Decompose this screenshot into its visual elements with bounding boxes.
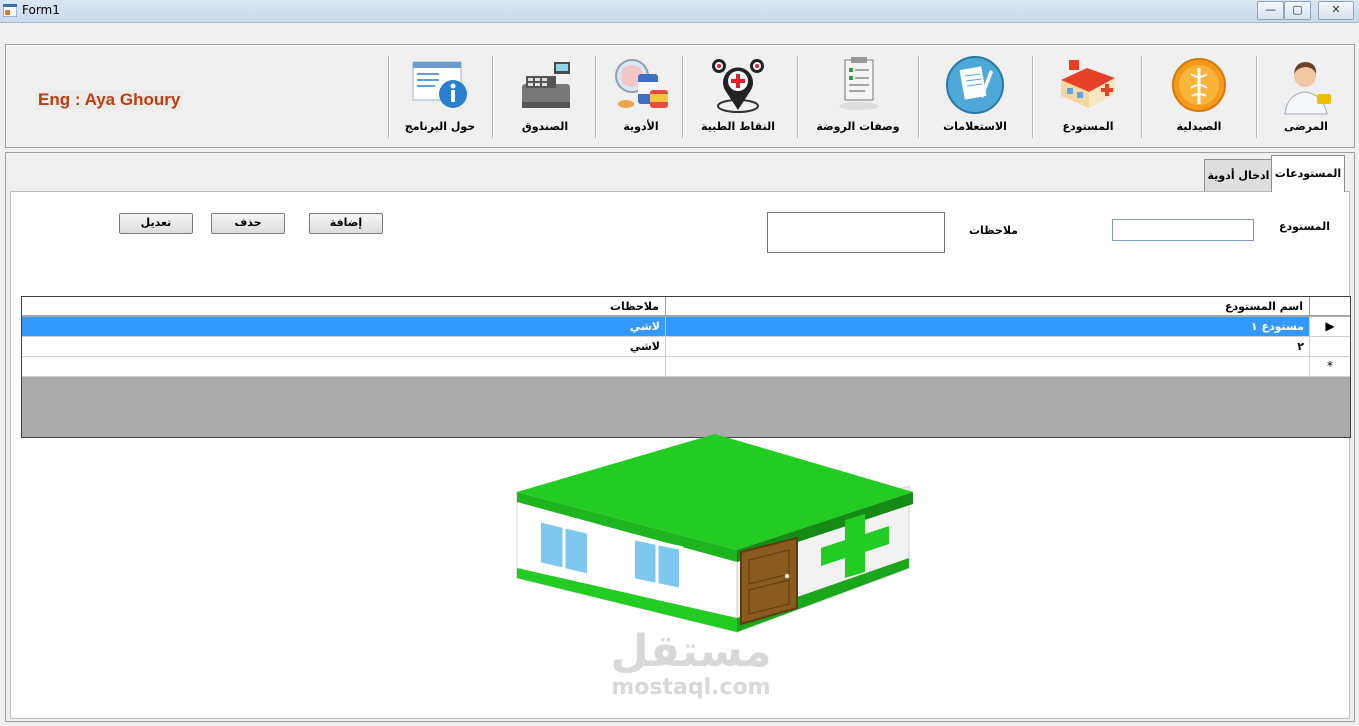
tab-warehouses[interactable]: المستودعات	[1271, 155, 1345, 192]
toolbar-separator	[492, 56, 494, 138]
row-header-corner	[1310, 297, 1350, 316]
prescription-icon	[839, 57, 879, 110]
warehouse-input[interactable]	[1112, 219, 1254, 241]
toolbar-label: المرضى	[1284, 120, 1328, 133]
add-button[interactable]: إضافة	[309, 213, 383, 234]
doctor-icon	[1283, 62, 1331, 116]
edit-button[interactable]: تعديل	[119, 213, 193, 234]
toolbar-label: المستودع	[1062, 120, 1114, 133]
toolbar-separator	[388, 56, 390, 138]
table-cell-warehouse-name[interactable]: مستودع ١	[666, 317, 1310, 337]
toolbar-separator	[1141, 56, 1143, 138]
app-icon	[3, 4, 17, 17]
toolbar-button-prescriptions[interactable]: وصفات الروضة	[810, 52, 906, 138]
map-pin-icon	[712, 59, 764, 113]
table-cell-new[interactable]	[22, 357, 666, 377]
toolbar-button-about[interactable]: حول البرنامج	[398, 52, 482, 138]
toolbar-label: النقاط الطبية	[701, 120, 775, 133]
toolbar-label: الأدوية	[623, 120, 659, 133]
toolbar-button-patients[interactable]: المرضى	[1266, 52, 1346, 138]
table-cell-warehouse-name[interactable]: ٢	[666, 337, 1310, 357]
warehouse-icon	[1061, 60, 1115, 108]
toolbar-separator	[797, 56, 799, 138]
toolbar-label: حول البرنامج	[404, 120, 476, 133]
warehouses-grid[interactable]: ملاحظات اسم المستودع لاشي مستودع ١ ▶ لاش…	[21, 296, 1351, 438]
toolbar-separator	[1256, 56, 1258, 138]
brand-label: Eng : Aya Ghoury	[35, 90, 184, 110]
minimize-button[interactable]: —	[1257, 1, 1284, 20]
toolbar-button-cashbox[interactable]: الصندوق	[500, 52, 590, 138]
close-button[interactable]: ✕	[1318, 1, 1354, 20]
notes-input[interactable]	[767, 212, 945, 253]
warehouses-panel: المستودع ملاحظات إضافة حذف تعديل ملاحظات…	[10, 191, 1351, 719]
column-header-notes[interactable]: ملاحظات	[22, 297, 666, 316]
toolbar-button-medical-points[interactable]: النقاط الطبية	[692, 52, 784, 138]
new-row-marker[interactable]: *	[1310, 357, 1350, 377]
watermark-arabic: مستقل	[610, 626, 772, 677]
watermark: مستقل mostaql.com	[601, 630, 781, 702]
tab-control: المستودعات ادخال أدوية المستودع ملاحظات …	[5, 152, 1355, 722]
title-bar: Form1 — ▢ ✕	[0, 0, 1359, 23]
toolbar-separator	[595, 56, 597, 138]
toolbar-separator	[682, 56, 684, 138]
table-cell-new[interactable]	[666, 357, 1310, 377]
toolbar-separator	[918, 56, 920, 138]
queries-icon	[946, 56, 1004, 114]
delete-button[interactable]: حذف	[211, 213, 285, 234]
column-header-warehouse-name[interactable]: اسم المستودع	[666, 297, 1310, 316]
toolbar-label: الصيدلية	[1176, 120, 1222, 133]
toolbar-button-warehouse[interactable]: المستودع	[1041, 52, 1135, 138]
info-icon	[412, 61, 467, 108]
toolbar-label: وصفات الروضة	[816, 120, 900, 133]
table-cell-notes[interactable]: لاشي	[22, 317, 666, 337]
row-selector[interactable]	[1310, 337, 1350, 357]
warehouse-label: المستودع	[1279, 220, 1331, 233]
maximize-button[interactable]: ▢	[1284, 1, 1311, 20]
toolbar-button-medicines[interactable]: الأدوية	[600, 52, 682, 138]
toolbar-label: الاستعلامات	[943, 120, 1007, 133]
notes-label: ملاحظات	[969, 224, 1018, 237]
caduceus-icon	[1172, 58, 1226, 112]
row-selector[interactable]: ▶	[1310, 317, 1350, 337]
window-title: Form1	[22, 3, 60, 17]
table-cell-notes[interactable]: لاشي	[22, 337, 666, 357]
cash-register-icon	[522, 62, 570, 108]
tab-add-medicines[interactable]: ادخال أدوية	[1204, 159, 1273, 191]
toolbar-button-pharmacy[interactable]: الصيدلية	[1152, 52, 1246, 138]
toolbar-separator	[1032, 56, 1034, 138]
toolbar-label: الصندوق	[521, 120, 569, 133]
watermark-latin: mostaql.com	[611, 675, 771, 700]
warehouse-illustration	[516, 434, 913, 633]
medicine-icon	[615, 59, 668, 108]
toolbar-button-queries[interactable]: الاستعلامات	[930, 52, 1020, 138]
